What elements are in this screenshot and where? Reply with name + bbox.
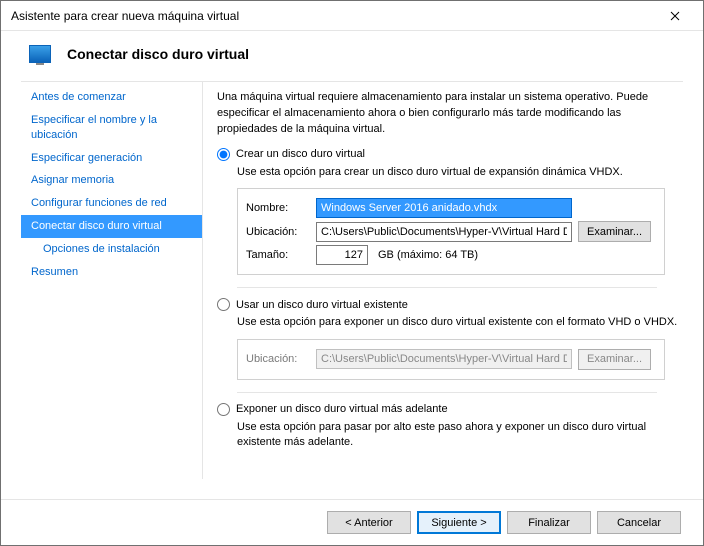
radio-use-existing-label[interactable]: Usar un disco duro virtual existente	[236, 299, 408, 311]
radio-create-vhd-label[interactable]: Crear un disco duro virtual	[236, 148, 365, 160]
wizard-window: Asistente para crear nueva máquina virtu…	[0, 0, 704, 546]
option-create-vhd: Crear un disco duro virtual Use esta opc…	[217, 148, 683, 275]
browse-existing-button: Examinar...	[578, 349, 651, 370]
sidebar-item-before-begin[interactable]: Antes de comenzar	[21, 86, 202, 109]
browse-location-button[interactable]: Examinar...	[578, 221, 651, 242]
sidebar-item-vhd[interactable]: Conectar disco duro virtual	[21, 215, 202, 238]
page-title: Conectar disco duro virtual	[67, 46, 249, 62]
name-input[interactable]	[316, 198, 572, 218]
size-label: Tamaño:	[246, 249, 310, 261]
next-button[interactable]: Siguiente >	[417, 511, 501, 534]
window-title: Asistente para crear nueva máquina virtu…	[11, 9, 239, 23]
radio-attach-later[interactable]	[217, 403, 230, 416]
wizard-footer: < Anterior Siguiente > Finalizar Cancela…	[1, 499, 703, 545]
location-label: Ubicación:	[246, 226, 310, 238]
option-use-existing: Usar un disco duro virtual existente Use…	[217, 298, 683, 379]
option-use-existing-desc: Use esta opción para exponer un disco du…	[237, 315, 683, 330]
wizard-steps-sidebar: Antes de comenzar Especificar el nombre …	[21, 81, 203, 479]
existing-vhd-fields: Ubicación: Examinar...	[237, 339, 665, 380]
close-icon	[670, 11, 680, 21]
wizard-body: Antes de comenzar Especificar el nombre …	[1, 81, 703, 479]
option-attach-later-desc: Use esta opción para pasar por alto este…	[237, 420, 683, 451]
finish-button[interactable]: Finalizar	[507, 511, 591, 534]
divider-2	[237, 392, 657, 393]
monitor-icon	[29, 45, 51, 63]
sidebar-item-name-location[interactable]: Especificar el nombre y la ubicación	[21, 109, 202, 147]
size-suffix: GB (máximo: 64 TB)	[378, 249, 478, 261]
size-input[interactable]	[316, 245, 368, 265]
option-attach-later: Exponer un disco duro virtual más adelan…	[217, 403, 683, 451]
location-input[interactable]	[316, 222, 572, 242]
name-label: Nombre:	[246, 202, 310, 214]
create-vhd-fields: Nombre: Ubicación: Examinar... Tamaño: G…	[237, 188, 665, 275]
sidebar-item-memory[interactable]: Asignar memoria	[21, 169, 202, 192]
radio-attach-later-label[interactable]: Exponer un disco duro virtual más adelan…	[236, 403, 448, 415]
titlebar: Asistente para crear nueva máquina virtu…	[1, 1, 703, 31]
intro-text: Una máquina virtual requiere almacenamie…	[217, 90, 683, 138]
existing-location-input	[316, 349, 572, 369]
radio-create-vhd[interactable]	[217, 148, 230, 161]
sidebar-item-generation[interactable]: Especificar generación	[21, 147, 202, 170]
wizard-content: Una máquina virtual requiere almacenamie…	[203, 81, 683, 479]
sidebar-item-summary[interactable]: Resumen	[21, 261, 202, 284]
close-button[interactable]	[655, 2, 695, 30]
option-create-vhd-desc: Use esta opción para crear un disco duro…	[237, 165, 683, 180]
sidebar-item-install-options[interactable]: Opciones de instalación	[21, 238, 202, 261]
radio-use-existing[interactable]	[217, 298, 230, 311]
wizard-header: Conectar disco duro virtual	[1, 31, 703, 81]
previous-button[interactable]: < Anterior	[327, 511, 411, 534]
cancel-button[interactable]: Cancelar	[597, 511, 681, 534]
existing-location-label: Ubicación:	[246, 353, 310, 365]
divider	[237, 287, 657, 288]
sidebar-item-network[interactable]: Configurar funciones de red	[21, 192, 202, 215]
